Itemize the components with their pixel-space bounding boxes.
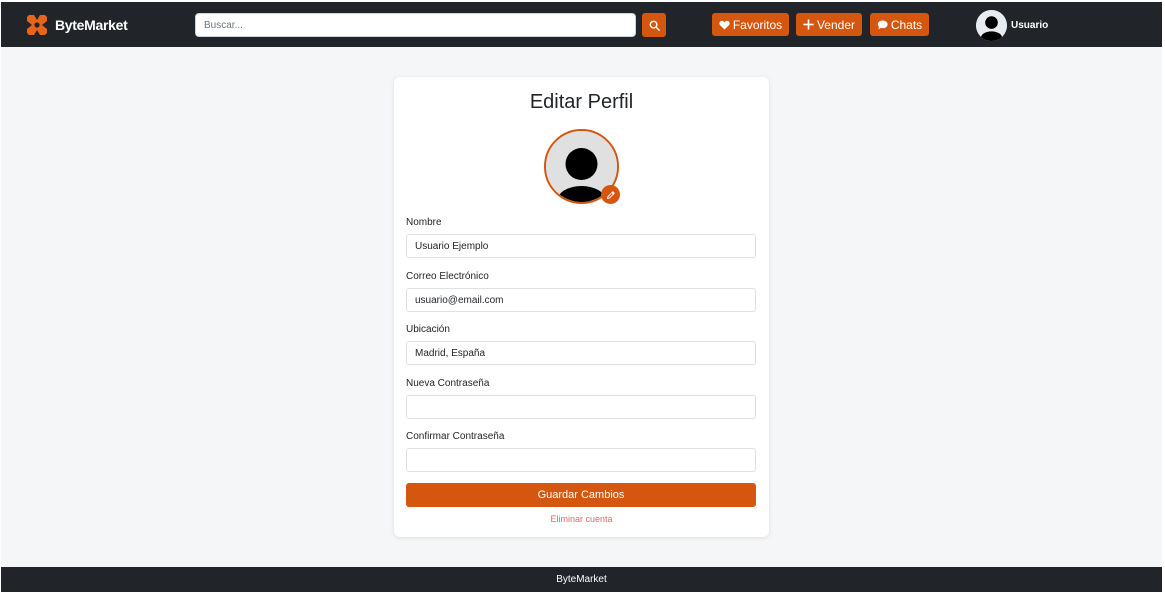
favorites-label: Favoritos [732, 17, 783, 32]
search-icon [649, 20, 660, 31]
name-field[interactable] [406, 234, 756, 258]
bytemarket-logo-icon [27, 15, 47, 35]
user-name: Usuario [1011, 19, 1049, 31]
user-avatar-icon [976, 9, 1007, 41]
brand-name: ByteMarket [55, 17, 128, 33]
page-title: Editar Perfil [529, 91, 634, 113]
footer: ByteMarket [1, 567, 1162, 592]
email-field[interactable] [406, 288, 756, 312]
edit-photo-button[interactable] [601, 185, 620, 204]
favorites-button[interactable]: Favoritos [712, 13, 789, 36]
brand-link[interactable]: ByteMarket [25, 12, 128, 38]
chat-bubble-icon [877, 20, 888, 30]
sell-label: Vender [816, 17, 856, 32]
confirm-password-field[interactable] [406, 448, 756, 472]
confirm-password-label: Confirmar Contraseña [406, 431, 505, 442]
new-password-label: Nueva Contraseña [406, 378, 490, 389]
plus-icon [803, 19, 814, 30]
search-button[interactable] [642, 13, 666, 37]
sell-button[interactable]: Vender [796, 13, 862, 36]
email-label: Correo Electrónico [406, 271, 489, 282]
name-label: Nombre [406, 217, 442, 228]
navbar: ByteMarket Favoritos Vender [1, 2, 1162, 47]
pencil-icon [606, 190, 615, 199]
heart-icon [719, 20, 730, 30]
chats-label: Chats [890, 17, 923, 32]
delete-account-link[interactable]: Eliminar cuenta [394, 514, 769, 524]
app-frame: ByteMarket Favoritos Vender [1, 2, 1162, 592]
footer-text: ByteMarket [556, 574, 607, 585]
location-label: Ubicación [406, 324, 450, 335]
chats-button[interactable]: Chats [870, 13, 929, 36]
edit-profile-card: Editar Perfil Nombre Correo Electrónico … [394, 77, 769, 537]
location-field[interactable] [406, 341, 756, 365]
user-menu[interactable]: Usuario [976, 9, 1048, 41]
new-password-field[interactable] [406, 395, 756, 419]
search-input[interactable] [195, 13, 636, 37]
save-changes-button[interactable]: Guardar Cambios [406, 483, 756, 507]
